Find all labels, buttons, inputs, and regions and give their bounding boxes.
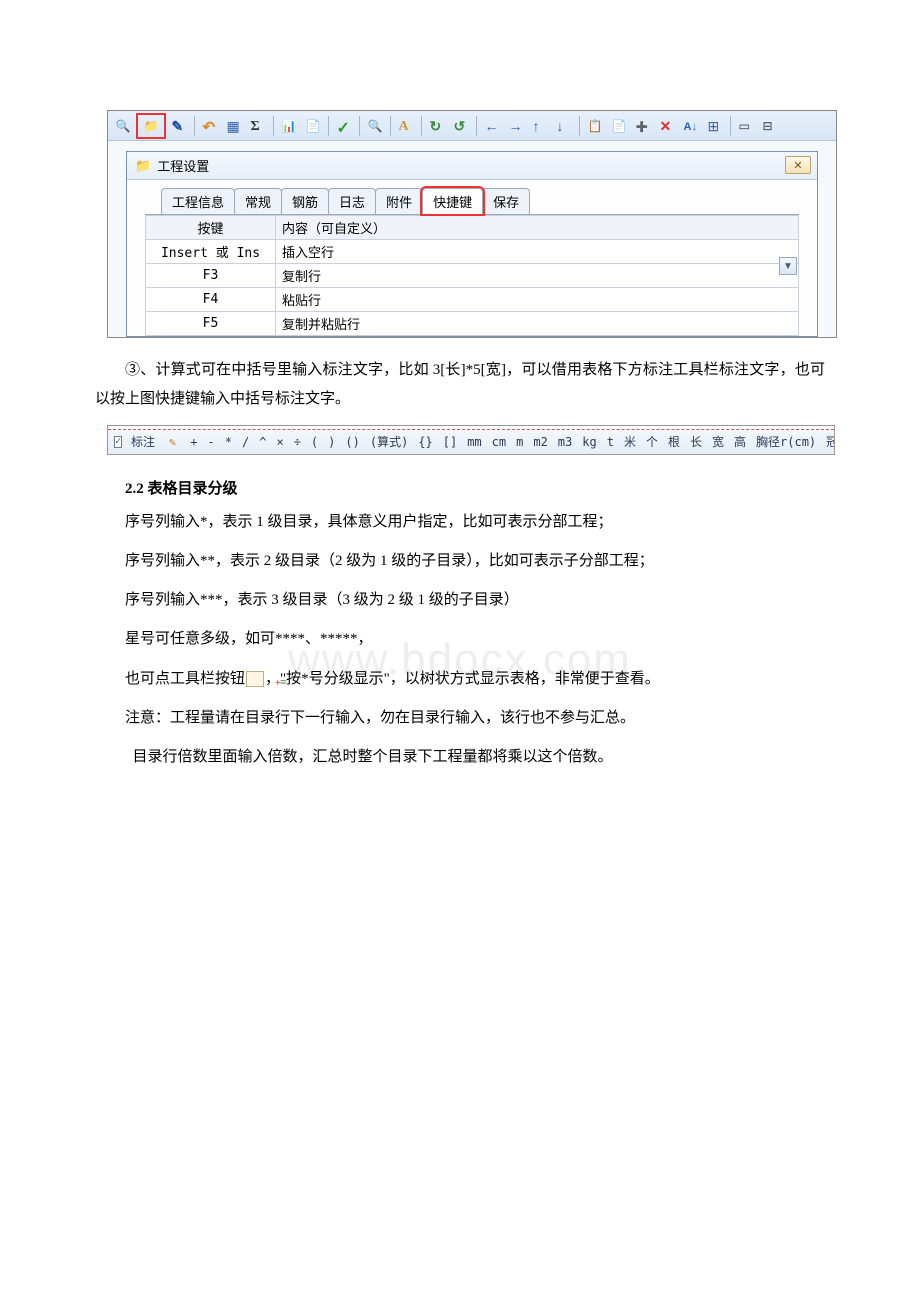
op-star[interactable]: * — [222, 435, 235, 449]
tab-save[interactable]: 保存 — [482, 188, 530, 214]
sigma-icon[interactable] — [247, 115, 269, 137]
close-button[interactable]: ✕ — [785, 156, 811, 174]
unit-mi[interactable]: 米 — [621, 433, 639, 450]
unit-gao[interactable]: 高 — [731, 433, 749, 450]
op-formula[interactable]: (算式) — [367, 433, 411, 450]
find-icon[interactable] — [364, 115, 386, 137]
section-2-2-p4: 星号可任意多级，如可****、*****， — [95, 625, 825, 654]
label-checkbox[interactable]: ✓ — [114, 436, 122, 448]
op-caret[interactable]: ^ — [256, 435, 269, 449]
undo-icon[interactable] — [199, 115, 221, 137]
annotate-tool-icon[interactable]: ✎ — [166, 435, 179, 449]
paragraph-note-3: ③、计算式可在中括号里输入标注文字，比如 3[长]*5[宽]，可以借用表格下方标… — [95, 356, 825, 415]
sort-icon[interactable] — [680, 115, 702, 137]
arrow-up-icon[interactable] — [529, 115, 551, 137]
unit-ge[interactable]: 个 — [643, 433, 661, 450]
tab-rebar[interactable]: 钢筋 — [281, 188, 329, 214]
paste-icon[interactable] — [608, 115, 630, 137]
unit-m3[interactable]: m3 — [555, 435, 575, 449]
document-icon[interactable] — [302, 115, 324, 137]
table-row[interactable]: F3 复制行 — [146, 264, 799, 288]
section-2-2-p5: 也可点工具栏按钮 ，"按*号分级显示"，以树状方式显示表格，非常便于查看。 — [95, 665, 825, 694]
unit-kg[interactable]: kg — [579, 435, 599, 449]
op-minus[interactable]: - — [205, 435, 218, 449]
unit-chang[interactable]: 长 — [687, 433, 705, 450]
refresh-icon[interactable] — [426, 115, 448, 137]
op-brackets[interactable]: [] — [440, 435, 460, 449]
section-2-2-p7: 目录行倍数里面输入倍数，汇总时整个目录下工程量都将乘以这个倍数。 — [95, 743, 825, 772]
section-2-2-p3: 序号列输入***，表示 3 级目录（3 级为 2 级 1 级的子目录） — [95, 586, 825, 615]
op-parens[interactable]: () — [342, 435, 362, 449]
unit-t[interactable]: t — [604, 435, 617, 449]
section-2-2-p6: 注意：工程量请在目录行下一行输入，勿在目录行输入，该行也不参与汇总。 — [95, 704, 825, 733]
tab-log[interactable]: 日志 — [328, 188, 376, 214]
unit-mm[interactable]: mm — [464, 435, 484, 449]
table-header-value: 内容（可自定义） — [276, 216, 799, 240]
unit-xiongjing[interactable]: 胸径r(cm) — [753, 433, 819, 450]
chart-icon[interactable] — [278, 115, 300, 137]
p5-text-a: 也可点工具栏按钮 — [125, 671, 245, 687]
dialog-icon: 📁 — [135, 158, 151, 174]
label-text: 标注 — [128, 433, 158, 450]
delete-icon[interactable] — [656, 115, 678, 137]
label-toolbar: ✓ 标注 ✎ + - * / ^ × ÷ ( ) () (算式) {} [] m… — [108, 430, 834, 454]
unit-cm[interactable]: cm — [489, 435, 509, 449]
shortcut-table: 按键 内容（可自定义） Insert 或 Ins 插入空行 F3 复制行 F4 … — [145, 215, 799, 336]
insert-row-icon[interactable] — [632, 115, 654, 137]
table-row[interactable]: Insert 或 Ins 插入空行 — [146, 240, 799, 264]
tab-project-info[interactable]: 工程信息 — [161, 188, 235, 214]
op-lparen[interactable]: ( — [308, 435, 321, 449]
p5-text-b: ，"按*号分级显示"，以树状方式显示表格，非常便于查看。 — [265, 671, 660, 687]
unit-gen[interactable]: 根 — [665, 433, 683, 450]
copy-icon[interactable] — [584, 115, 606, 137]
screenshot-label-toolbar: ✓ 标注 ✎ + - * / ^ × ÷ ( ) () (算式) {} [] m… — [107, 425, 835, 455]
tab-shortcut[interactable]: 快捷键 — [422, 188, 483, 214]
unit-kuan[interactable]: 宽 — [709, 433, 727, 450]
main-toolbar — [108, 111, 836, 141]
unit-m2[interactable]: m2 — [530, 435, 550, 449]
font-icon[interactable] — [395, 115, 417, 137]
cycle-icon[interactable] — [450, 115, 472, 137]
op-plus[interactable]: + — [187, 435, 200, 449]
table-icon[interactable] — [704, 115, 726, 137]
end-icon[interactable] — [759, 115, 781, 137]
check-icon[interactable] — [333, 115, 355, 137]
op-slash[interactable]: / — [239, 435, 252, 449]
section-2-2-heading: 2.2 表格目录分级 — [95, 477, 825, 498]
settings-button[interactable] — [140, 115, 162, 137]
unit-guanfu[interactable]: 冠幅(cm) — [823, 433, 834, 450]
dialog-title: 工程设置 — [157, 156, 209, 175]
unit-m[interactable]: m — [513, 435, 526, 449]
tabs-bar: 工程信息 常规 钢筋 日志 附件 快捷键 保存 — [127, 180, 817, 214]
section-2-2-p1: 序号列输入*，表示 1 级目录，具体意义用户指定，比如可表示分部工程； — [95, 508, 825, 537]
window-icon[interactable] — [735, 115, 757, 137]
grid-icon[interactable] — [223, 115, 245, 137]
search-icon[interactable] — [112, 115, 134, 137]
table-header-key: 按键 — [146, 216, 276, 240]
tab-attachment[interactable]: 附件 — [375, 188, 423, 214]
op-braces[interactable]: {} — [415, 435, 435, 449]
op-rparen[interactable]: ) — [325, 435, 338, 449]
arrow-left-icon[interactable] — [481, 115, 503, 137]
tree-expand-icon[interactable] — [246, 671, 264, 687]
screenshot-settings-dialog: 📁 工程设置 ✕ 工程信息 常规 钢筋 日志 附件 快捷键 保存 按键 内容（可… — [107, 110, 837, 338]
op-times[interactable]: × — [273, 435, 286, 449]
section-2-2-p2: 序号列输入**，表示 2 级目录（2 级为 1 级的子目录），比如可表示子分部工… — [95, 547, 825, 576]
arrow-right-icon[interactable] — [505, 115, 527, 137]
scroll-down-icon[interactable]: ▼ — [779, 257, 797, 275]
table-row[interactable]: F4 粘贴行 — [146, 288, 799, 312]
edit-icon[interactable] — [168, 115, 190, 137]
table-row[interactable]: F5 复制并粘贴行 — [146, 312, 799, 336]
tab-general[interactable]: 常规 — [234, 188, 282, 214]
op-divide[interactable]: ÷ — [291, 435, 304, 449]
arrow-down-icon[interactable] — [553, 115, 575, 137]
project-settings-dialog: 📁 工程设置 ✕ 工程信息 常规 钢筋 日志 附件 快捷键 保存 按键 内容（可… — [126, 151, 818, 337]
